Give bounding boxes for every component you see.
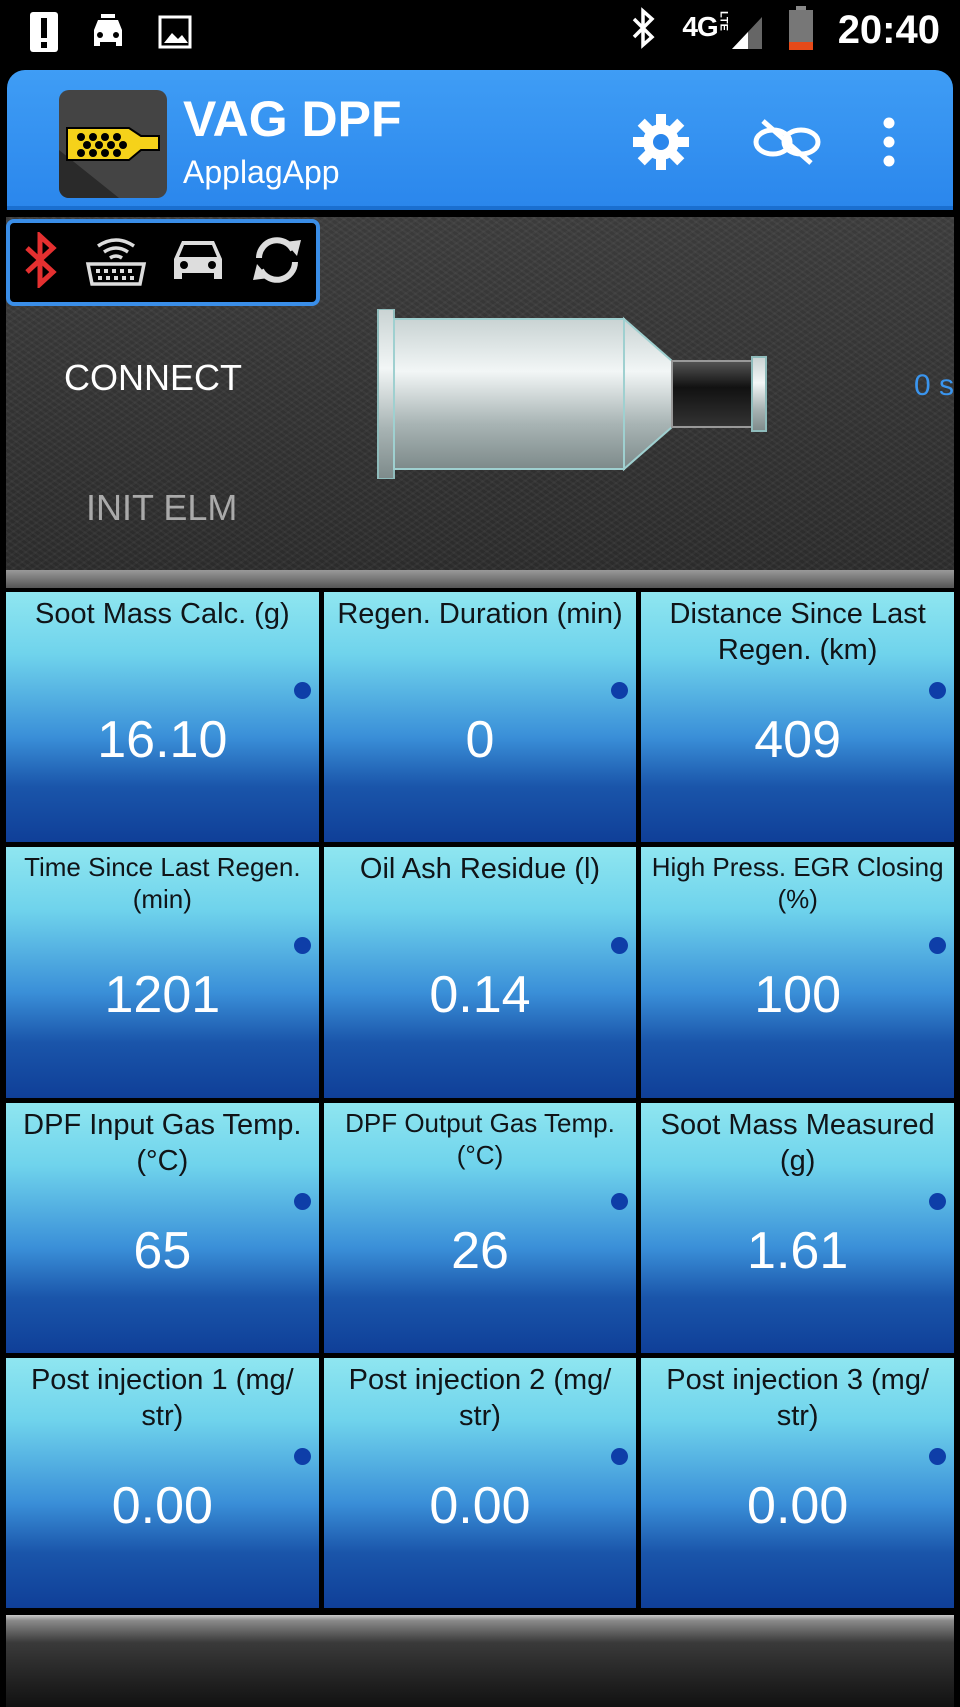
image-icon — [158, 15, 192, 54]
tile-regen-duration[interactable]: Regen. Duration (min) 0 — [323, 592, 637, 843]
battery-icon — [788, 6, 814, 55]
tile-label: Soot Mass Measured (g) — [660, 1108, 935, 1177]
tile-egr-closing[interactable]: High Press. EGR Closing (%) 100 — [641, 847, 954, 1098]
tile-dpf-input-temp[interactable]: DPF Input Gas Temp. (°C) 65 — [6, 1102, 319, 1353]
settings-icon — [633, 114, 689, 170]
tile-value: 0.00 — [429, 1476, 531, 1535]
status-dot — [293, 1192, 311, 1210]
bluetooth-icon[interactable] — [21, 230, 61, 293]
obd-adapter-icon[interactable] — [84, 232, 148, 293]
network-indicator: 4G LTE — [682, 11, 763, 51]
divider-bar — [6, 570, 954, 588]
tile-distance-since-regen[interactable]: Distance Since Last Regen. (km) 409 — [641, 592, 954, 843]
init-elm-button[interactable]: INIT ELM — [86, 487, 237, 529]
car-icon — [88, 12, 128, 57]
tile-label: Time Since Last Regen. (min) — [24, 852, 301, 915]
status-left-icons — [30, 10, 192, 59]
tile-value: 1.61 — [747, 1221, 849, 1280]
tile-oil-ash-residue[interactable]: Oil Ash Residue (l) 0.14 — [323, 847, 637, 1098]
dpf-filter-graphic — [377, 309, 767, 479]
overflow-menu-icon — [883, 117, 895, 167]
tile-label: DPF Input Gas Temp. (°C) — [23, 1108, 302, 1177]
status-dot — [928, 937, 946, 955]
app-title: VAG DPF — [183, 91, 402, 147]
bluetooth-icon — [630, 7, 658, 54]
tile-soot-mass-measured[interactable]: Soot Mass Measured (g) 1.61 — [641, 1102, 954, 1353]
tile-label: Post injection 3 (mg/ str) — [666, 1363, 930, 1432]
tile-label: Post injection 1 (mg/ str) — [30, 1363, 294, 1432]
tile-label: Oil Ash Residue (l) — [359, 853, 601, 886]
status-dot — [611, 937, 629, 955]
status-dot — [611, 682, 629, 699]
tile-soot-mass-calc[interactable]: Soot Mass Calc. (g) 16.10 — [6, 592, 319, 843]
tile-label: Soot Mass Calc. (g) — [35, 598, 290, 630]
tile-label: Regen. Duration (min) — [337, 598, 623, 630]
data-grid: Soot Mass Calc. (g) 16.10 Regen. Duratio… — [6, 592, 954, 1608]
tile-value: 100 — [754, 966, 842, 1025]
app-subtitle: ApplagApp — [183, 154, 340, 190]
tile-value: 16.10 — [97, 711, 228, 769]
tile-post-injection-1[interactable]: Post injection 1 (mg/ str) 0.00 — [6, 1357, 319, 1608]
status-bar: 4G LTE 20:40 — [0, 0, 960, 66]
connect-button[interactable]: CONNECT — [64, 357, 242, 399]
tile-label: High Press. EGR Closing (%) — [651, 852, 944, 915]
tile-label: Distance Since Last Regen. (km) — [669, 598, 926, 666]
alert-icon — [30, 10, 58, 59]
disconnect-icon — [753, 119, 821, 165]
network-subtype: LTE — [717, 10, 730, 31]
tile-label: DPF Output Gas Temp. (°C) — [345, 1107, 615, 1170]
tile-value: 409 — [754, 711, 842, 769]
tile-post-injection-2[interactable]: Post injection 2 (mg/ str) 0.00 — [323, 1357, 637, 1608]
tile-value: 0.00 — [111, 1476, 213, 1535]
tile-value: 1201 — [104, 966, 221, 1025]
connection-panel: CONNECT INIT ELM 0 s — [6, 217, 954, 570]
status-dot — [293, 937, 311, 955]
network-type: 4G — [682, 10, 718, 42]
status-dot — [928, 1192, 946, 1210]
bottom-bar — [6, 1615, 954, 1707]
tile-value: 26 — [451, 1221, 509, 1280]
app-logo — [59, 90, 167, 198]
refresh-icon[interactable] — [249, 234, 305, 291]
car-icon[interactable] — [170, 235, 226, 290]
tile-value: 0.14 — [429, 966, 531, 1025]
settings-button[interactable] — [629, 110, 693, 174]
clock: 20:40 — [837, 8, 940, 52]
status-dot — [928, 682, 946, 699]
tile-time-since-regen[interactable]: Time Since Last Regen. (min) 1201 — [6, 847, 319, 1098]
regen-timer: 0 s — [913, 369, 954, 402]
status-dot — [293, 682, 311, 699]
tile-dpf-output-temp[interactable]: DPF Output Gas Temp. (°C) 26 — [323, 1102, 637, 1353]
status-dot — [611, 1447, 629, 1465]
tile-value: 65 — [133, 1221, 192, 1280]
tile-label: Post injection 2 (mg/ str) — [348, 1363, 612, 1432]
connection-status-strip — [6, 219, 320, 306]
tile-post-injection-3[interactable]: Post injection 3 (mg/ str) 0.00 — [641, 1357, 954, 1608]
signal-icon — [731, 16, 762, 49]
tile-value: 0 — [465, 711, 495, 769]
status-dot — [928, 1447, 946, 1465]
tile-value: 0.00 — [747, 1476, 849, 1535]
app-bar: VAG DPF ApplagApp — [7, 70, 953, 210]
status-dot — [293, 1447, 311, 1465]
status-dot — [611, 1192, 629, 1210]
disconnect-button[interactable] — [747, 110, 827, 174]
status-right-icons: 4G LTE 20:40 — [630, 6, 940, 55]
overflow-menu-button[interactable] — [869, 110, 909, 174]
